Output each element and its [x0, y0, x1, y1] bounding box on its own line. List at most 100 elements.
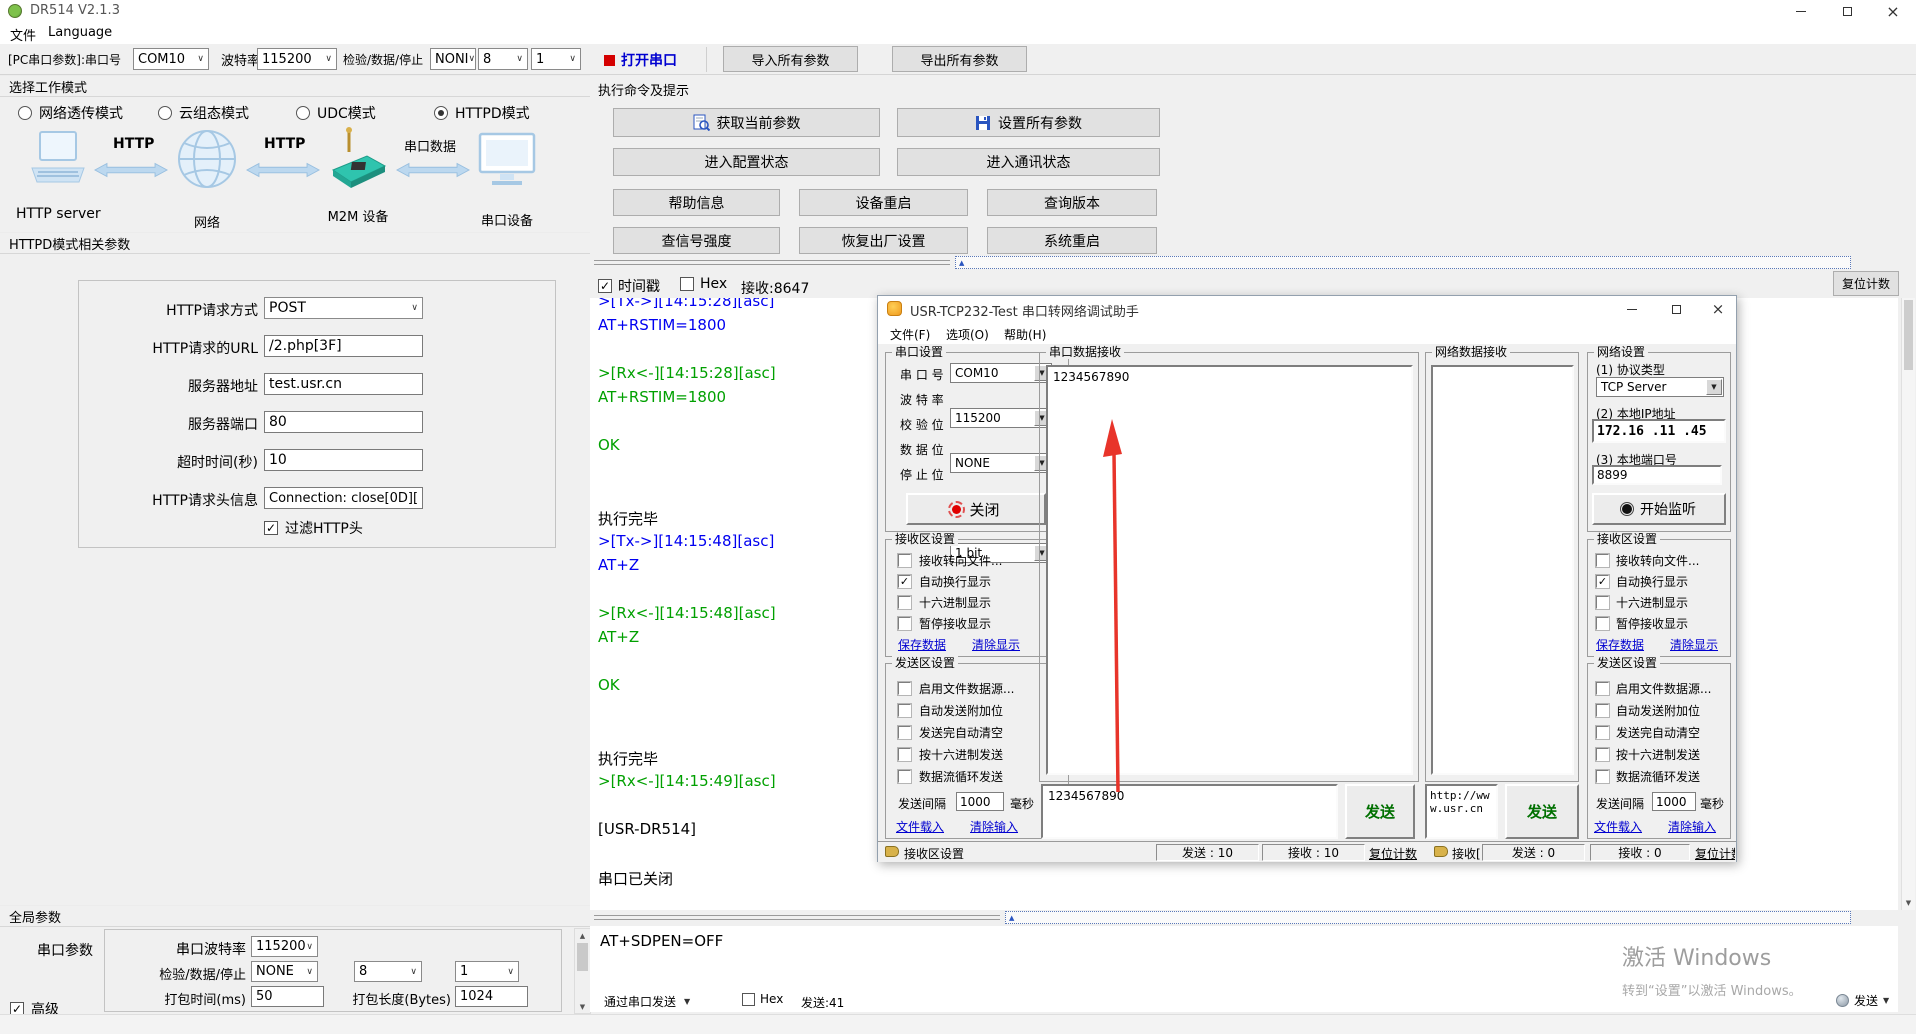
export-params-button[interactable]: 导出所有参数 — [892, 46, 1027, 72]
import-params-button[interactable]: 导入所有参数 — [723, 46, 858, 72]
filter-http-checkbox[interactable]: 过滤HTTP头 — [264, 518, 363, 538]
query-version-button[interactable]: 查询版本 — [987, 189, 1157, 216]
get-params-button[interactable]: 获取当前参数 — [613, 108, 880, 137]
server-address-input[interactable] — [264, 373, 423, 395]
reset-count-link[interactable]: 复位计数 — [1369, 845, 1417, 862]
file-load-link[interactable]: 文件载入 — [896, 818, 944, 835]
stopbits-select[interactable]: 1∨ — [531, 48, 581, 70]
hex-display-checkbox[interactable]: 十六进制显示 — [1596, 594, 1688, 611]
global-databits-select[interactable]: 8∨ — [354, 961, 422, 982]
hex-send-checkbox[interactable]: 按十六进制发送 — [898, 746, 1003, 763]
file-load-link[interactable]: 文件载入 — [1594, 818, 1642, 835]
hex-send-checkbox[interactable]: 按十六进制发送 — [1596, 746, 1700, 763]
enter-config-button[interactable]: 进入配置状态 — [613, 148, 880, 176]
serial-send-input[interactable]: 1234567890 — [1041, 784, 1338, 839]
scroll-thumb[interactable] — [1904, 300, 1913, 370]
parity-select[interactable]: NONI∨ — [430, 48, 476, 70]
scroll-down-icon[interactable]: ▼ — [575, 1000, 590, 1013]
pause-recv-checkbox[interactable]: 暂停接收显示 — [1596, 615, 1688, 632]
loop-send-checkbox[interactable]: 数据流循环发送 — [898, 768, 1003, 785]
recv-to-file-checkbox[interactable]: 接收转向文件... — [1596, 552, 1699, 569]
baud-select[interactable]: 115200∨ — [257, 48, 337, 70]
serial-send-button[interactable]: 发送 — [1345, 784, 1415, 839]
loop-send-checkbox[interactable]: 数据流循环发送 — [1596, 768, 1700, 785]
clear-display-link[interactable]: 清除显示 — [972, 636, 1020, 653]
usr-com-select[interactable]: COM10▼ — [950, 363, 1052, 383]
auto-wrap-checkbox[interactable]: 自动换行显示 — [898, 573, 991, 590]
vertical-scrollbar[interactable]: ▼ — [1901, 298, 1915, 910]
horizontal-scrollbar-pane[interactable]: ▲ — [1005, 911, 1851, 924]
timeout-input[interactable] — [264, 449, 423, 471]
interval-input[interactable] — [956, 792, 1004, 811]
mode-radio-httpd[interactable]: HTTPD模式 — [434, 103, 530, 123]
local-port-input[interactable]: 8899 — [1592, 465, 1722, 485]
auto-clear-checkbox[interactable]: 发送完自动清空 — [898, 724, 1003, 741]
net-send-button[interactable]: 发送 — [1505, 784, 1579, 839]
usr-minimize-button[interactable] — [1613, 297, 1651, 321]
global-stopbits-select[interactable]: 1∨ — [455, 961, 519, 982]
hex-display-checkbox[interactable]: 十六进制显示 — [898, 594, 991, 611]
factory-reset-button[interactable]: 恢复出厂设置 — [799, 227, 968, 254]
recv-to-file-checkbox[interactable]: 接收转向文件... — [898, 552, 1002, 569]
net-recv-textarea[interactable] — [1431, 365, 1574, 775]
serial-recv-textarea[interactable]: 1234567890 — [1046, 365, 1413, 775]
start-listen-button[interactable]: 开始监听 — [1592, 493, 1726, 525]
pack-time-input[interactable] — [251, 986, 324, 1007]
pause-recv-checkbox[interactable]: 暂停接收显示 — [898, 615, 991, 632]
auto-append-checkbox[interactable]: 自动发送附加位 — [1596, 702, 1700, 719]
horizontal-scrollbar-track[interactable] — [594, 915, 1000, 920]
http-method-select[interactable]: POST∨ — [264, 297, 423, 319]
scroll-thumb[interactable] — [577, 943, 588, 971]
scroll-down-icon[interactable]: ▼ — [1902, 896, 1915, 910]
http-header-input[interactable] — [264, 487, 423, 509]
mode-radio-passthrough[interactable]: 网络透传模式 — [18, 103, 123, 123]
clear-input-link[interactable]: 清除输入 — [970, 818, 1018, 835]
horizontal-scrollbar-track[interactable] — [594, 260, 950, 265]
databits-select[interactable]: 8∨ — [478, 48, 528, 70]
usr-parity-select[interactable]: NONE▼ — [950, 453, 1052, 473]
file-source-checkbox[interactable]: 启用文件数据源... — [1596, 680, 1711, 697]
clear-display-link[interactable]: 清除显示 — [1670, 636, 1718, 653]
usr-menu-help[interactable]: 帮助(H) — [1004, 326, 1046, 343]
maximize-button[interactable] — [1824, 0, 1870, 22]
reset-count-button[interactable]: 复位计数 — [1833, 271, 1899, 296]
usr-maximize-button[interactable] — [1657, 297, 1695, 321]
pack-len-input[interactable] — [455, 986, 528, 1007]
chevron-down-icon[interactable]: ▼ — [1706, 379, 1722, 395]
save-data-link[interactable]: 保存数据 — [1596, 636, 1644, 653]
file-source-checkbox[interactable]: 启用文件数据源... — [898, 680, 1014, 697]
http-url-input[interactable] — [264, 335, 423, 357]
horizontal-scrollbar-pane[interactable]: ▲ — [955, 256, 1851, 269]
query-signal-button[interactable]: 查信号强度 — [613, 227, 780, 254]
minimize-button[interactable] — [1778, 0, 1824, 22]
auto-append-checkbox[interactable]: 自动发送附加位 — [898, 702, 1003, 719]
mode-radio-udc[interactable]: UDC模式 — [296, 103, 376, 123]
usr-menu-options[interactable]: 选项(O) — [946, 326, 989, 343]
auto-wrap-checkbox[interactable]: 自动换行显示 — [1596, 573, 1688, 590]
set-params-button[interactable]: 设置所有参数 — [897, 108, 1160, 137]
mini-vertical-scrollbar[interactable]: ▲ ▼ — [574, 928, 591, 1014]
interval-input[interactable] — [1652, 792, 1696, 811]
enter-comm-button[interactable]: 进入通讯状态 — [897, 148, 1160, 176]
close-button[interactable]: × — [1870, 0, 1916, 22]
save-data-link[interactable]: 保存数据 — [898, 636, 946, 653]
protocol-select[interactable]: TCP Server▼ — [1596, 377, 1724, 397]
local-ip-input[interactable]: 172.16 .11 .45 — [1592, 419, 1726, 443]
open-serial-button[interactable]: 打开串口 — [604, 49, 696, 71]
com-port-select[interactable]: COM10∨ — [133, 48, 209, 70]
via-serial-dropdown[interactable]: 通过串口发送 ▼ — [604, 993, 690, 1010]
bottom-send-dropdown[interactable]: 发送 ▼ — [1836, 992, 1889, 1009]
usr-menu-file[interactable]: 文件(F) — [890, 326, 930, 343]
bottom-hex-checkbox[interactable]: Hex — [742, 992, 783, 1006]
usr-close-serial-button[interactable]: 关闭 — [906, 493, 1046, 525]
server-port-input[interactable] — [264, 411, 423, 433]
menu-language[interactable]: Language — [48, 25, 112, 40]
usr-tcp232-window[interactable]: USR-TCP232-Test 串口转网络调试助手 × 文件(F) 选项(O) … — [877, 295, 1737, 862]
global-baud-select[interactable]: 115200∨ — [251, 936, 318, 957]
timestamp-checkbox[interactable]: 时间戳 — [598, 276, 660, 296]
usr-close-button[interactable]: × — [1701, 297, 1735, 321]
net-send-input[interactable]: http://www.usr.cn — [1425, 784, 1498, 839]
menu-file[interactable]: 文件 — [10, 25, 36, 44]
hex-checkbox[interactable]: Hex — [680, 276, 727, 292]
auto-clear-checkbox[interactable]: 发送完自动清空 — [1596, 724, 1700, 741]
